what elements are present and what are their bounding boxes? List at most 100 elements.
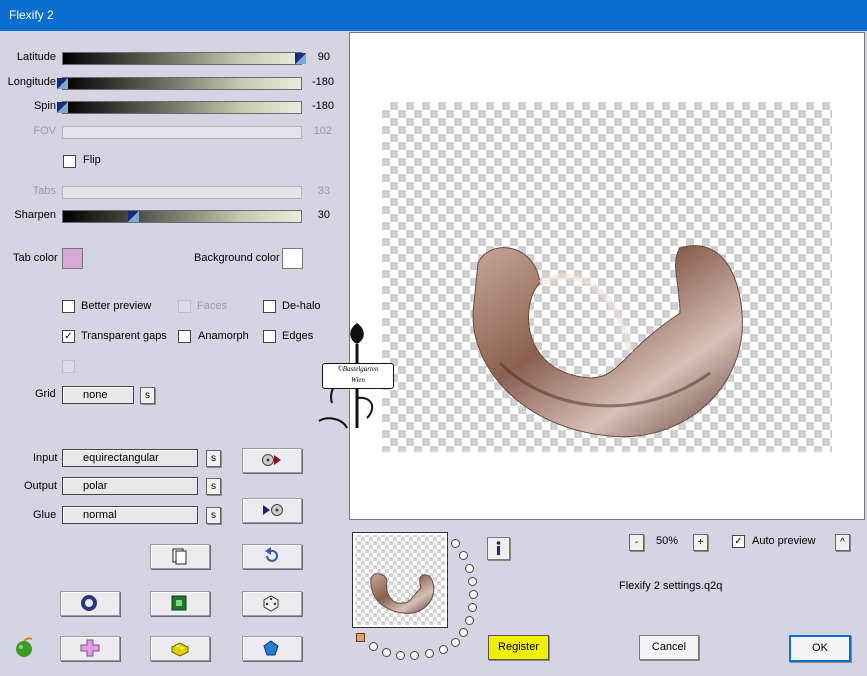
register-button[interactable]: Register <box>488 635 549 660</box>
sharpen-label: Sharpen <box>14 209 56 221</box>
thumbnail-image <box>370 573 435 614</box>
ring-icon <box>81 595 97 611</box>
background-color-label: Background color <box>194 252 280 264</box>
zoom-out-button[interactable]: - <box>629 534 644 551</box>
spin-label: Spin <box>33 100 56 112</box>
watermark-line1: ©Bastelgarten <box>337 365 379 373</box>
random-button[interactable] <box>242 591 302 616</box>
longitude-slider[interactable] <box>57 77 302 90</box>
navigator-dot[interactable] <box>410 651 419 660</box>
plus-button[interactable] <box>60 636 120 661</box>
input-select[interactable]: equirectangular <box>62 449 198 467</box>
navigator-dot[interactable] <box>382 648 391 657</box>
spin-thumb[interactable] <box>57 102 68 113</box>
play-disc-icon <box>263 504 283 516</box>
longitude-thumb[interactable] <box>57 78 68 89</box>
de-halo-checkbox[interactable] <box>263 300 276 313</box>
navigator-dot[interactable] <box>465 564 474 573</box>
tab-color-label: Tab color <box>13 252 58 264</box>
undo-icon <box>265 547 278 562</box>
navigator-handle[interactable] <box>356 633 365 642</box>
navigator-dot[interactable] <box>369 642 378 651</box>
grid-label: Grid <box>35 388 56 400</box>
auto-preview-checkbox[interactable]: ✓ <box>732 535 745 548</box>
navigator-dot[interactable] <box>468 577 477 586</box>
gem-button[interactable] <box>242 636 302 661</box>
navigator-dot[interactable] <box>425 649 434 658</box>
copy-icon <box>172 548 187 565</box>
background-color-swatch[interactable] <box>282 248 303 269</box>
output-select[interactable]: polar <box>62 477 198 495</box>
navigator-thumbnail[interactable] <box>352 532 448 628</box>
zoom-value: 50% <box>656 535 679 547</box>
glue-value: normal <box>83 509 117 521</box>
yellow-brick-icon <box>171 642 189 657</box>
dialog-client: Latitude 90 Longitude -180 Spin -180 FOV… <box>0 31 867 676</box>
better-preview-label: Better preview <box>81 300 152 312</box>
navigator-dot[interactable] <box>439 645 448 654</box>
grid-s-button[interactable]: s <box>140 387 155 404</box>
settings-filename: Flexify 2 settings.q2q <box>619 580 723 592</box>
undo-button[interactable] <box>242 544 302 569</box>
swap-to-output-button[interactable] <box>242 448 302 473</box>
latitude-value: 90 <box>317 51 330 63</box>
anamorph-checkbox[interactable] <box>178 330 191 343</box>
input-label: Input <box>33 452 58 464</box>
navigator-dot[interactable] <box>451 638 460 647</box>
anamorph-label: Anamorph <box>198 330 249 342</box>
navigator-dot[interactable] <box>465 616 474 625</box>
latitude-slider[interactable] <box>62 52 306 65</box>
grid-select[interactable]: none <box>62 386 134 404</box>
info-icon <box>496 541 501 555</box>
ok-button[interactable]: OK <box>789 635 851 662</box>
watermark-line2: Wien <box>351 376 365 384</box>
brick-button[interactable] <box>150 636 210 661</box>
navigator-dot[interactable] <box>469 590 478 599</box>
window-title: Flexify 2 <box>9 8 54 22</box>
grid-value: none <box>83 389 108 401</box>
cancel-button[interactable]: Cancel <box>639 635 699 660</box>
output-value: polar <box>83 480 108 492</box>
auto-preview-label: Auto preview <box>752 535 816 547</box>
tab-color-swatch[interactable] <box>62 248 83 269</box>
navigator-dot[interactable] <box>459 551 468 560</box>
navigator-dot[interactable] <box>468 603 477 612</box>
preview-canvas[interactable]: ©Bastelgarten Wien <box>318 32 865 520</box>
navigator-dot[interactable] <box>451 539 460 548</box>
tabs-slider <box>62 186 302 199</box>
info-button[interactable] <box>487 537 510 560</box>
navigator-dot[interactable] <box>459 628 468 637</box>
fov-label: FOV <box>33 125 56 137</box>
flip-checkbox[interactable] <box>63 155 76 168</box>
disc-play-icon <box>262 454 281 466</box>
collapse-button[interactable]: ^ <box>835 534 850 551</box>
better-preview-checkbox[interactable] <box>62 300 75 313</box>
zoom-in-button[interactable]: + <box>693 534 708 551</box>
blue-pentagon-icon <box>263 640 279 656</box>
transparent-gaps-checkbox[interactable]: ✓ <box>62 330 75 343</box>
watermark-ribbon: ©Bastelgarten Wien <box>322 363 394 389</box>
sharpen-slider[interactable] <box>62 210 302 223</box>
longitude-label: Longitude <box>7 76 56 88</box>
glue-s-button[interactable]: s <box>206 507 221 524</box>
dice-icon <box>263 595 279 612</box>
spin-slider[interactable] <box>57 101 302 114</box>
de-halo-label: De-halo <box>282 300 321 312</box>
output-s-button[interactable]: s <box>206 478 221 495</box>
square-button[interactable] <box>150 591 210 616</box>
sharpen-thumb[interactable] <box>128 211 140 222</box>
sharpen-value: 30 <box>317 209 330 221</box>
glue-select[interactable]: normal <box>62 506 198 524</box>
navigator-dot[interactable] <box>396 651 405 660</box>
spin-value: -180 <box>311 100 334 112</box>
input-s-button[interactable]: s <box>206 450 221 467</box>
edges-checkbox[interactable] <box>263 330 276 343</box>
copy-button[interactable] <box>150 544 210 569</box>
ring-button[interactable] <box>60 591 120 616</box>
extra-checkbox <box>62 360 75 373</box>
input-value: equirectangular <box>83 452 159 464</box>
flip-label: Flip <box>83 154 101 166</box>
tabs-value: 33 <box>317 185 330 197</box>
swap-to-input-button[interactable] <box>242 498 302 523</box>
faces-checkbox <box>178 300 191 313</box>
